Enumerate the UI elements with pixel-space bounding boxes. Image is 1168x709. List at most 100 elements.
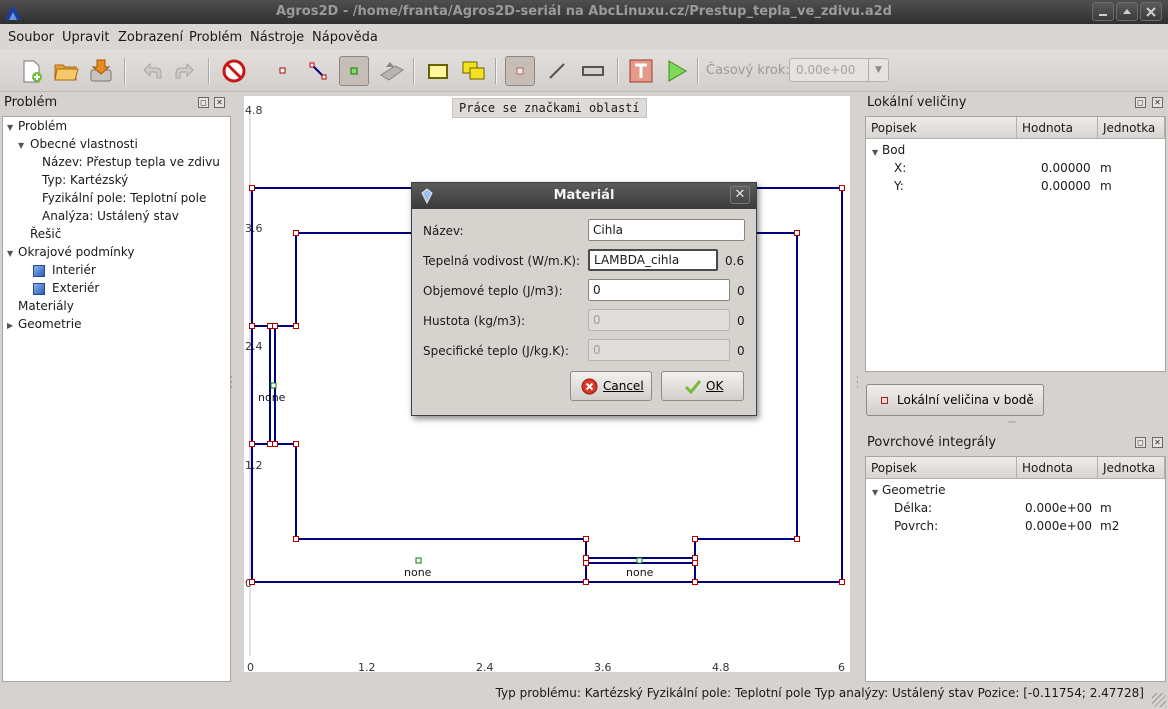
geometry-node[interactable] (293, 441, 299, 447)
label-marker[interactable] (636, 557, 643, 564)
expand-triangle-icon[interactable]: ▼ (18, 141, 24, 150)
expand-triangle-icon[interactable]: ▼ (872, 148, 878, 157)
tree-item-name[interactable]: Název: Přestup tepla ve zdivu (42, 155, 220, 169)
geometry-node[interactable] (249, 579, 255, 585)
geometry-node[interactable] (794, 230, 800, 236)
geometry-node[interactable] (583, 579, 589, 585)
tree-item-analysis[interactable]: Analýza: Ustálený stav (42, 209, 179, 223)
geometry-node[interactable] (249, 441, 255, 447)
name-field[interactable] (588, 219, 745, 241)
close-icon[interactable]: ✕ (1152, 437, 1163, 448)
stop-button[interactable] (219, 56, 249, 86)
copy-button[interactable] (459, 56, 489, 86)
label-marker[interactable] (270, 382, 277, 389)
geometry-node[interactable] (267, 323, 273, 329)
close-icon[interactable]: ✕ (1152, 97, 1163, 108)
geometry-node[interactable] (839, 185, 845, 191)
geometry-node[interactable] (583, 555, 589, 561)
tree-item-geometry[interactable]: Geometrie (18, 317, 81, 331)
new-file-button[interactable] (16, 56, 46, 86)
line-button[interactable] (542, 56, 572, 86)
node-mode-button[interactable] (268, 56, 298, 86)
specific-heat-field[interactable] (588, 339, 730, 361)
geometry-node[interactable] (794, 536, 800, 542)
resize-grip-icon[interactable] (1152, 693, 1166, 707)
geometry-node[interactable] (267, 441, 273, 447)
geometry-node[interactable] (839, 579, 845, 585)
menu-zobrazeni[interactable]: Zobrazení (118, 30, 183, 45)
geometry-node[interactable] (692, 579, 698, 585)
undo-button[interactable] (136, 56, 166, 86)
column-header-label[interactable]: Popisek (866, 117, 1017, 139)
mesh-node-button[interactable] (505, 56, 535, 86)
geometry-node[interactable] (583, 536, 589, 542)
geometry-node[interactable] (583, 560, 589, 566)
float-icon[interactable]: ◻ (1135, 437, 1146, 448)
tree-item-problem[interactable]: Problém (18, 119, 67, 133)
menu-problem[interactable]: Problém (189, 30, 242, 45)
menu-nastroje[interactable]: Nástroje (250, 30, 304, 45)
float-icon[interactable]: ◻ (198, 97, 209, 108)
geometry-node[interactable] (293, 323, 299, 329)
float-icon[interactable]: ◻ (1135, 97, 1146, 108)
tree-item-interior[interactable]: Interiér (52, 263, 96, 277)
menu-upravit[interactable]: Upravit (62, 30, 109, 45)
edge-mode-button[interactable] (303, 56, 333, 86)
cancel-button[interactable]: Cancel (570, 371, 652, 401)
ok-button[interactable]: OK (661, 371, 744, 401)
tree-item-exterior[interactable]: Exteriér (52, 281, 99, 295)
tree-item-solver[interactable]: Řešič (30, 227, 61, 241)
open-button[interactable] (51, 56, 81, 86)
geometry-node[interactable] (249, 323, 255, 329)
time-step-combobox[interactable]: 0.00e+00 ▼ (789, 58, 889, 82)
geometry-node[interactable] (272, 323, 278, 329)
expand-triangle-icon[interactable]: ▼ (7, 249, 13, 258)
text-button[interactable] (626, 56, 656, 86)
tree-item-field[interactable]: Fyzikální pole: Teplotní pole (42, 191, 206, 205)
save-button[interactable] (86, 56, 116, 86)
thermal-conductivity-field[interactable] (588, 249, 718, 271)
geometry-node[interactable] (272, 441, 278, 447)
run-button[interactable] (661, 56, 691, 86)
geometry-node[interactable] (249, 185, 255, 191)
splitter-handle[interactable]: · · · (230, 374, 236, 393)
minimize-icon (1099, 14, 1107, 16)
minimize-button[interactable] (1092, 2, 1114, 21)
tree-item-boundary[interactable]: Okrajové podmínky (18, 245, 134, 259)
column-header-label[interactable]: Popisek (866, 457, 1017, 479)
close-window-button[interactable] (1140, 2, 1162, 21)
column-header-unit[interactable]: Jednotka (1098, 457, 1165, 479)
label-mode-button[interactable] (339, 56, 369, 86)
geometry-node[interactable] (293, 230, 299, 236)
collapse-triangle-icon[interactable]: ▶ (7, 321, 13, 330)
menu-soubor[interactable]: Soubor (8, 30, 54, 45)
column-header-unit[interactable]: Jednotka (1098, 117, 1165, 139)
toolbar-separator (495, 58, 497, 84)
menu-napoveda[interactable]: Nápověda (312, 30, 378, 45)
tree-item-materials[interactable]: Materiály (18, 299, 74, 313)
density-field[interactable] (588, 309, 730, 331)
move-button[interactable] (376, 56, 406, 86)
local-value-at-point-button[interactable]: Lokální veličina v bodě (866, 384, 1044, 416)
column-header-value[interactable]: Hodnota (1017, 117, 1098, 139)
geometry-node[interactable] (692, 555, 698, 561)
chevron-down-icon[interactable]: ▼ (868, 59, 888, 81)
tree-item-general[interactable]: Obecné vlastnosti (30, 137, 138, 151)
redo-button[interactable] (171, 56, 201, 86)
rectangle-button[interactable] (423, 56, 453, 86)
volume-heat-field[interactable] (588, 279, 730, 301)
maximize-button[interactable] (1116, 2, 1138, 21)
expand-triangle-icon[interactable]: ▼ (7, 123, 13, 132)
splitter-handle[interactable]: · · · (856, 374, 862, 393)
box-button[interactable] (578, 56, 608, 86)
close-dialog-button[interactable]: ✕ (730, 186, 750, 204)
splitter-handle[interactable]: ···· (1008, 418, 1017, 428)
column-header-value[interactable]: Hodnota (1017, 457, 1098, 479)
expand-triangle-icon[interactable]: ▼ (872, 488, 878, 497)
label-marker[interactable] (415, 557, 422, 564)
geometry-node[interactable] (293, 536, 299, 542)
geometry-node[interactable] (692, 560, 698, 566)
geometry-node[interactable] (692, 536, 698, 542)
tree-item-type[interactable]: Typ: Kartézský (42, 173, 128, 187)
close-icon[interactable]: ✕ (214, 97, 225, 108)
